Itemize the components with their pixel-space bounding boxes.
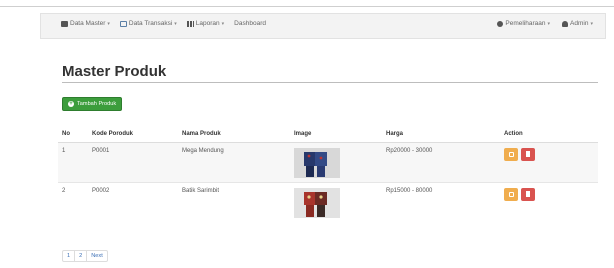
navbar-right: Pemeliharaan ▾ Admin ▾ [497,20,593,27]
trash-icon [526,151,530,157]
caret-down-icon: ▾ [547,20,551,27]
col-image: Image [290,126,382,143]
add-product-label: Tambah Produk [77,101,117,107]
plus-circle-icon: + [68,101,74,107]
cell-no: 1 [58,141,88,182]
col-kode: Kode Poroduk [88,126,178,143]
nav-data-transaksi[interactable]: Data Transaksi ▾ [119,20,177,27]
transfer-icon [119,20,127,27]
pagination: 1 2 Next [62,250,108,262]
caret-down-icon: ▾ [107,20,110,27]
table-row: 2 P0002 Batik Sarimbit Rp15000 - 80000 [58,181,598,222]
page-title: Master Produk [62,63,167,80]
next-page-link[interactable]: Next [87,251,107,261]
nav-admin-label: Admin [570,20,589,27]
title-divider [62,82,598,83]
col-action: Action [500,126,598,143]
nav-dashboard[interactable]: Dashboard [234,20,266,27]
col-nama: Nama Produk [178,126,290,143]
top-border [0,6,614,7]
gear-icon [497,20,504,27]
delete-button[interactable] [521,187,535,201]
caret-down-icon: ▾ [174,20,177,27]
cell-nama: Mega Mendung [178,141,290,182]
table-row: 1 P0001 Mega Mendung Rp20000 - 30000 [58,141,598,182]
nav-pemeliharaan-label: Pemeliharaan [505,20,546,27]
cell-image [290,181,382,222]
caret-down-icon: ▾ [590,20,593,27]
nav-dashboard-label: Dashboard [234,20,266,27]
table-header-row: No Kode Poroduk Nama Produk Image Harga … [58,126,598,143]
product-thumbnail-red-batik [294,187,340,218]
nav-laporan[interactable]: Laporan ▾ [186,20,225,27]
product-thumbnail-blue-batik [294,147,340,178]
add-product-button[interactable]: + Tambah Produk [62,97,123,111]
cell-harga: Rp20000 - 30000 [382,141,500,182]
user-icon [562,20,569,27]
cell-nama: Batik Sarimbit [178,181,290,222]
cell-action [500,181,598,222]
nav-data-transaksi-label: Data Transaksi [128,20,173,27]
col-harga: Harga [382,126,500,143]
cell-action [500,141,598,182]
edit-button[interactable] [504,187,518,201]
navbar-left: Data Master ▾ Data Transaksi ▾ Laporan ▾… [61,20,266,27]
page-1-link[interactable]: 1 [63,251,76,261]
cell-image [290,141,382,182]
caret-down-icon: ▾ [221,20,225,27]
page-2-link[interactable]: 2 [75,251,88,261]
top-navbar: Data Master ▾ Data Transaksi ▾ Laporan ▾… [40,13,606,39]
edit-icon [508,191,514,197]
col-no: No [58,126,88,143]
nav-admin[interactable]: Admin ▾ [562,20,593,27]
edit-icon [508,151,514,157]
delete-button[interactable] [521,147,535,161]
nav-laporan-label: Laporan [195,20,220,27]
trash-icon [526,191,530,197]
nav-data-master[interactable]: Data Master ▾ [61,20,110,27]
cell-kode: P0002 [88,181,178,222]
nav-pemeliharaan[interactable]: Pemeliharaan ▾ [497,20,550,27]
product-table: No Kode Poroduk Nama Produk Image Harga … [58,126,598,222]
cell-kode: P0001 [88,141,178,182]
cell-no: 2 [58,181,88,222]
edit-button[interactable] [504,147,518,161]
nav-data-master-label: Data Master [70,20,106,27]
bar-chart-icon [186,20,194,27]
database-icon [61,20,68,27]
cell-harga: Rp15000 - 80000 [382,181,500,222]
